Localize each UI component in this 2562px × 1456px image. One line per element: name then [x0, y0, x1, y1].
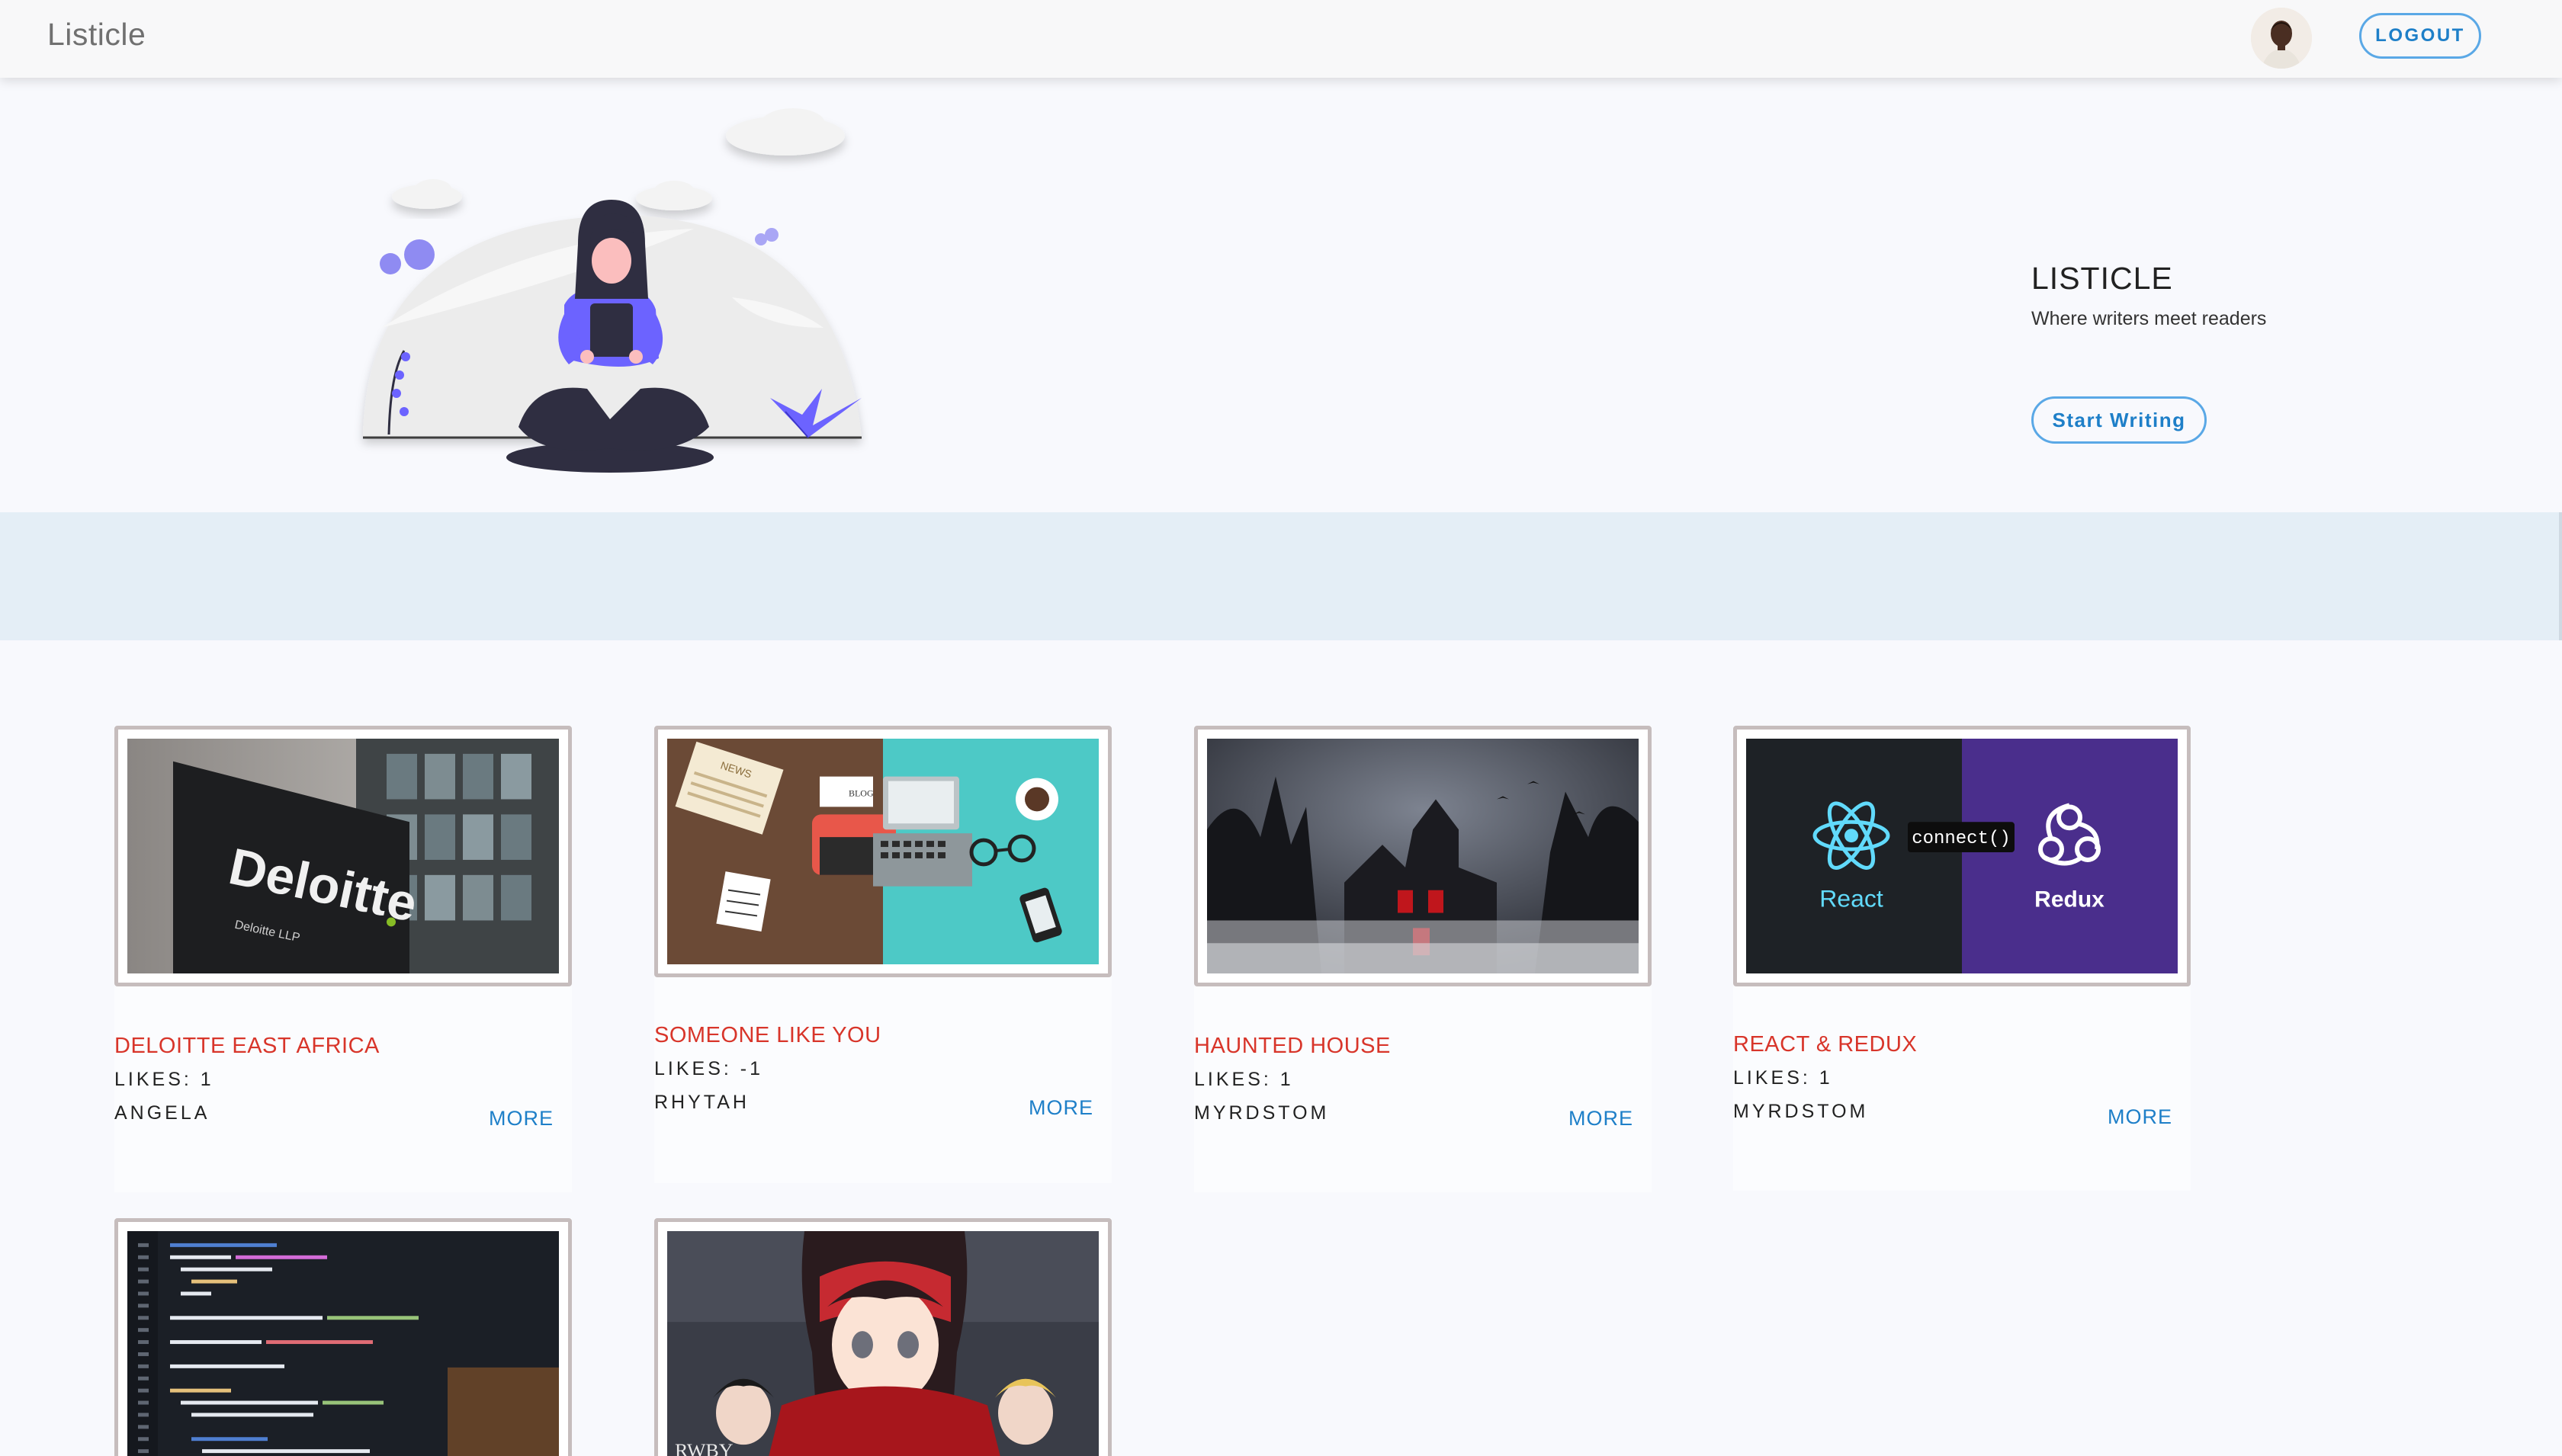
redux-label: Redux: [2034, 887, 2104, 912]
more-link[interactable]: MORE: [2108, 1105, 2172, 1129]
divider-band: [0, 512, 2562, 640]
article-title[interactable]: HAUNTED HOUSE: [1194, 1034, 1391, 1059]
article-likes: LIKES: 1: [114, 1069, 214, 1090]
article-likes: LIKES: -1: [654, 1058, 763, 1079]
article-card: HAUNTED HOUSE LIKES: 1 MYRDSTOM MORE: [1194, 726, 1652, 1192]
article-thumbnail[interactable]: React connect() Redux: [1733, 726, 2191, 986]
article-card: RWBY: [654, 1218, 1112, 1456]
article-card: NEWS BLOG SOMEONE LIKE YOU LIKES: -1 RHY…: [654, 726, 1112, 1183]
hero-section: LISTICLE Where writers meet readers Star…: [0, 78, 2562, 512]
user-avatar[interactable]: [2251, 8, 2312, 69]
more-link[interactable]: MORE: [1029, 1096, 1093, 1120]
reading-woman-illustration: [336, 99, 869, 503]
article-author: RHYTAH: [654, 1092, 750, 1113]
rwby-logo-text: RWBY: [675, 1439, 734, 1456]
article-card: Deloitte Deloitte LLP DELOITTE EAST AFRI…: [114, 726, 572, 1192]
brand-logo[interactable]: Listicle: [47, 17, 146, 53]
article-title[interactable]: DELOITTE EAST AFRICA: [114, 1034, 380, 1059]
connect-label: connect(): [1912, 829, 2011, 849]
article-thumbnail[interactable]: RWBY: [654, 1218, 1112, 1456]
article-likes: LIKES: 1: [1194, 1069, 1294, 1090]
article-title[interactable]: SOMEONE LIKE YOU: [654, 1023, 881, 1048]
blog-text: BLOG: [849, 788, 874, 799]
hero-title: LISTICLE: [2031, 261, 2173, 296]
article-thumbnail[interactable]: [114, 1218, 572, 1456]
more-link[interactable]: MORE: [1568, 1107, 1633, 1130]
article-likes: LIKES: 1: [1733, 1067, 1833, 1089]
article-thumbnail[interactable]: Deloitte Deloitte LLP: [114, 726, 572, 986]
start-writing-button[interactable]: Start Writing: [2031, 396, 2207, 444]
more-link[interactable]: MORE: [489, 1107, 554, 1130]
article-thumbnail[interactable]: [1194, 726, 1652, 986]
logout-button[interactable]: LOGOUT: [2359, 13, 2481, 59]
article-card: [114, 1218, 572, 1456]
article-author: MYRDSTOM: [1733, 1101, 1869, 1122]
navbar: Listicle LOGOUT: [0, 0, 2562, 78]
hero-subtitle: Where writers meet readers: [2031, 308, 2267, 329]
article-author: MYRDSTOM: [1194, 1102, 1330, 1124]
article-thumbnail[interactable]: NEWS BLOG: [654, 726, 1112, 977]
article-title[interactable]: REACT & REDUX: [1733, 1032, 1917, 1057]
react-label: React: [1819, 885, 1883, 912]
article-card: React connect() Redux REACT & REDUX LIKE…: [1733, 726, 2191, 1191]
article-author: ANGELA: [114, 1102, 210, 1124]
